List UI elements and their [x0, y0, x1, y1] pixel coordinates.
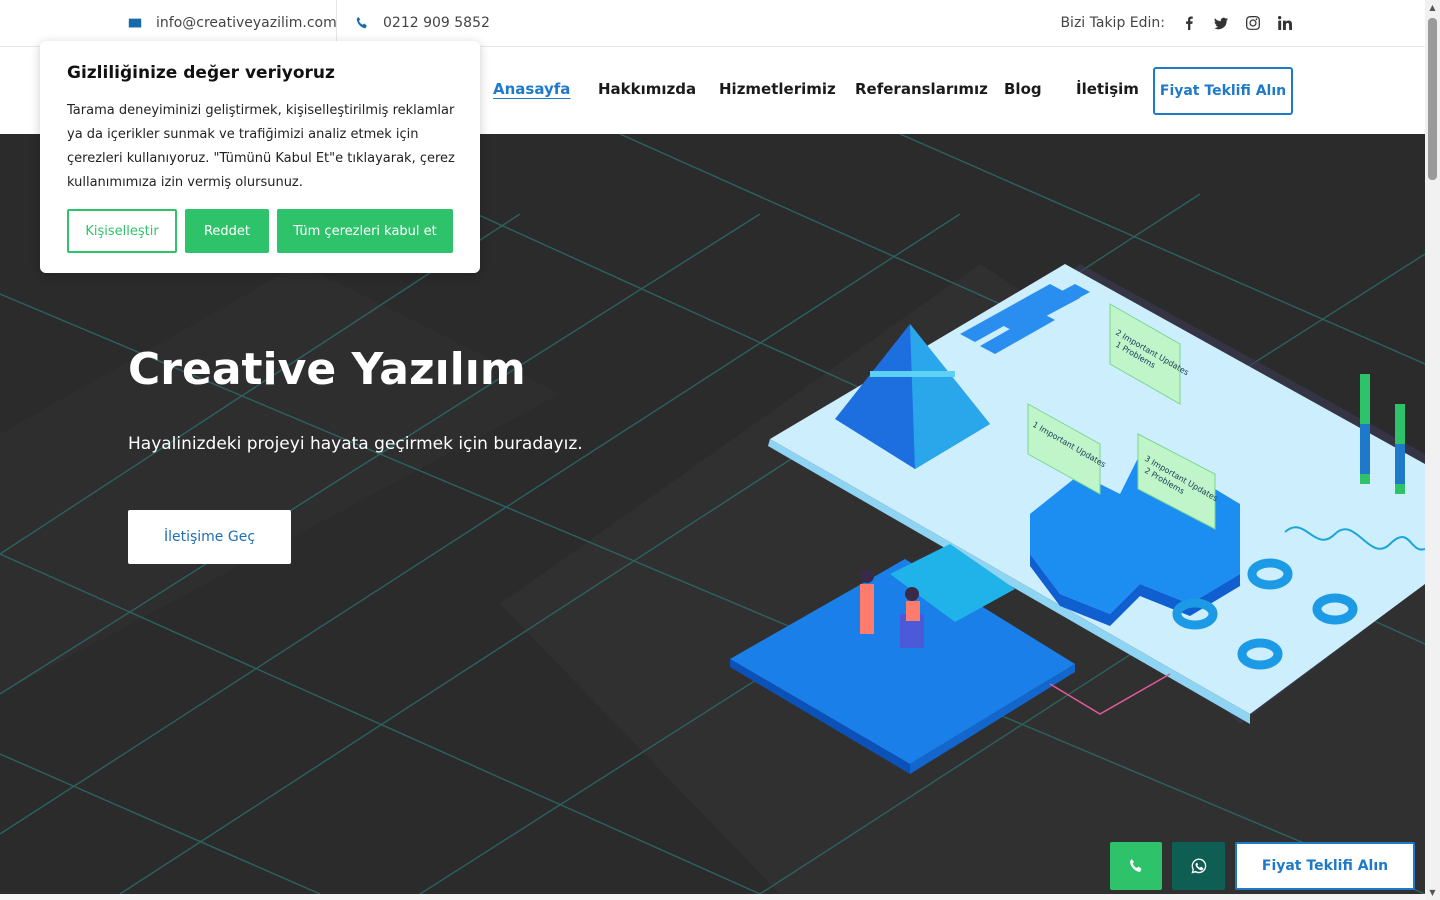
twitter-icon[interactable]: [1213, 15, 1229, 31]
nav-item-hakkimizda[interactable]: Hakkımızda: [598, 80, 696, 98]
phone-text: 0212 909 5852: [383, 15, 490, 31]
isometric-dashboard-illustration: 2 Important Updates 1 Problems 1 Importa…: [730, 264, 1425, 774]
page-scrollbar[interactable]: ▲ ▼: [1425, 0, 1440, 900]
scrollbar-thumb[interactable]: [1428, 18, 1437, 180]
floating-call-button[interactable]: [1110, 842, 1162, 890]
nav-item-iletisim[interactable]: İletişim: [1076, 80, 1139, 98]
nav-item-referanslarimiz[interactable]: Referanslarımız: [855, 80, 988, 98]
phone-icon: [356, 16, 367, 29]
scroll-up-arrow-icon[interactable]: ▲: [1428, 3, 1437, 12]
hero-title: Creative Yazılım: [128, 344, 526, 395]
cookie-accept-all-button[interactable]: Tüm çerezleri kabul et: [277, 209, 453, 253]
cookie-title: Gizliliğinize değer veriyoruz: [67, 63, 335, 83]
cookie-reject-button[interactable]: Reddet: [185, 209, 269, 253]
nav-item-blog[interactable]: Blog: [1004, 80, 1042, 98]
phone-contact[interactable]: 0212 909 5852: [336, 0, 490, 46]
phone-icon: [1130, 859, 1142, 872]
page-bottom-edge: [0, 894, 1425, 900]
envelope-icon: [128, 18, 142, 28]
email-contact[interactable]: info@creativeyazilim.com: [128, 0, 337, 46]
follow-label: Bizi Takip Edin:: [1060, 15, 1165, 31]
nav-item-anasayfa[interactable]: Anasayfa: [493, 80, 570, 98]
social-follow: Bizi Takip Edin:: [1060, 0, 1293, 46]
contact-us-button[interactable]: İletişime Geç: [128, 510, 291, 564]
scroll-down-arrow-icon[interactable]: ▼: [1428, 888, 1437, 897]
whatsapp-icon: [1191, 858, 1206, 874]
top-bar: info@creativeyazilim.com 0212 909 5852 B…: [0, 0, 1425, 47]
cookie-buttons: Kişiselleştir Reddet Tüm çerezleri kabul…: [67, 209, 453, 253]
cookie-text: Tarama deneyiminizi geliştirmek, kişisel…: [67, 103, 455, 190]
hero-subtitle: Hayalinizdeki projeyi hayata geçirmek iç…: [128, 434, 583, 454]
nav-item-hizmetlerimiz[interactable]: Hizmetlerimiz: [719, 80, 836, 98]
cookie-customize-button[interactable]: Kişiselleştir: [67, 209, 177, 253]
instagram-icon[interactable]: [1245, 15, 1261, 31]
floating-whatsapp-button[interactable]: [1172, 842, 1225, 890]
facebook-icon[interactable]: [1181, 15, 1197, 31]
linkedin-icon[interactable]: [1277, 15, 1293, 31]
email-text: info@creativeyazilim.com: [156, 15, 337, 31]
cookie-consent-banner: Gizliliğinize değer veriyoruz Tarama den…: [40, 41, 480, 273]
get-quote-button[interactable]: Fiyat Teklifi Alın: [1153, 67, 1293, 115]
floating-quote-button[interactable]: Fiyat Teklifi Alın: [1235, 842, 1415, 890]
